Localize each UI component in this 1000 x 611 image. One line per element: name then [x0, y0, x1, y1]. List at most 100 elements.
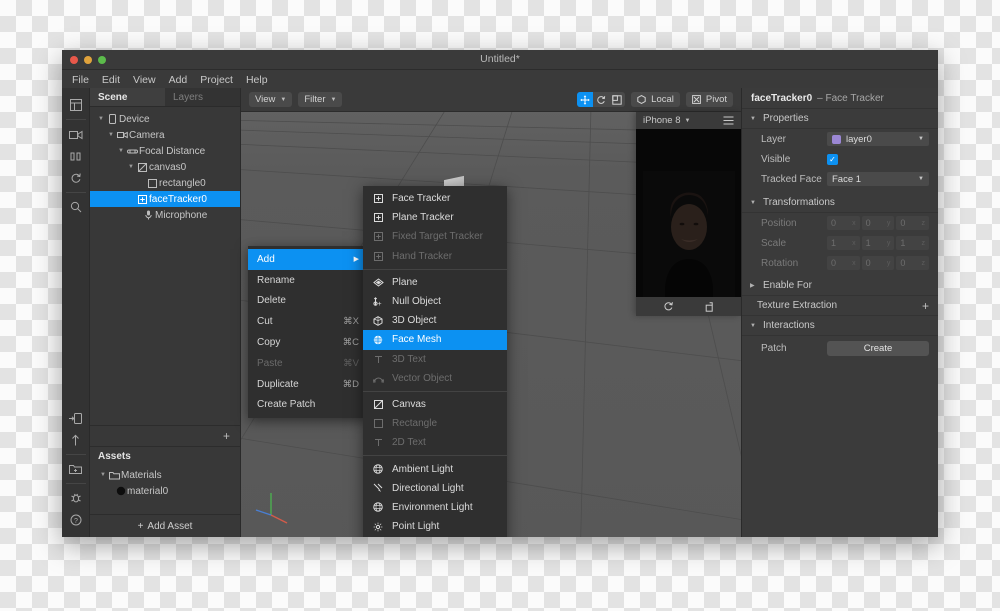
- submenu-item-face-tracker[interactable]: Face Tracker: [363, 189, 507, 208]
- tree-item-focal-distance[interactable]: ▼ Focal Distance: [90, 143, 240, 159]
- rotate-tool-icon[interactable]: [593, 92, 609, 107]
- refresh-icon[interactable]: [63, 167, 89, 189]
- folder-icon: [108, 471, 121, 480]
- rotate-device-icon[interactable]: [663, 301, 674, 312]
- tree-item-microphone[interactable]: Microphone: [90, 207, 240, 223]
- section-properties[interactable]: ▼ Properties: [742, 109, 938, 129]
- tree-item-canvas0[interactable]: ▼ canvas0: [90, 159, 240, 175]
- assets-item-materials[interactable]: ▼ Materials: [90, 467, 240, 483]
- scale-y-field[interactable]: 1y: [861, 236, 895, 250]
- add-asset-button[interactable]: + Add Asset: [90, 514, 240, 537]
- section-enable-for[interactable]: ▶ Enable For: [742, 276, 938, 296]
- layer-dropdown[interactable]: layer0 ▼: [827, 132, 929, 146]
- twisty-icon[interactable]: ▼: [126, 164, 136, 170]
- menu-label: Rename: [257, 274, 295, 286]
- rotation-y-field[interactable]: 0y: [861, 256, 895, 270]
- context-menu-item-copy[interactable]: Copy ⌘C: [248, 332, 368, 353]
- hamburger-icon[interactable]: [723, 116, 734, 125]
- minimize-button[interactable]: [84, 56, 92, 64]
- menu-divider: [363, 455, 507, 457]
- scale-x-field[interactable]: 1x: [827, 236, 860, 250]
- menu-item-file[interactable]: File: [72, 74, 89, 86]
- tree-item-facetracker0[interactable]: faceTracker0: [90, 191, 240, 207]
- rotation-z-field[interactable]: 0z: [896, 256, 930, 270]
- local-space-button[interactable]: Local: [631, 92, 680, 107]
- tree-item-rectangle0[interactable]: rectangle0: [90, 175, 240, 191]
- value: 0: [900, 218, 906, 228]
- upload-icon[interactable]: [63, 429, 89, 451]
- section-texture-extraction[interactable]: Texture Extraction +: [742, 296, 938, 316]
- twisty-icon[interactable]: ▼: [96, 116, 106, 122]
- tab-scene[interactable]: Scene: [90, 88, 165, 106]
- position-y-field[interactable]: 0y: [861, 216, 895, 230]
- submenu-item-environment-light[interactable]: Environment Light: [363, 498, 507, 517]
- context-menu-item-add[interactable]: Add ▶: [248, 249, 368, 270]
- section-transformations[interactable]: ▼ Transformations: [742, 193, 938, 213]
- submenu-item-3d-object[interactable]: 3D Object: [363, 311, 507, 330]
- row-layer: Layer layer0 ▼: [742, 129, 938, 149]
- rotation-x-field[interactable]: 0x: [827, 256, 860, 270]
- scene-add-object-button[interactable]: +: [90, 425, 240, 446]
- chevron-down-icon[interactable]: ▼: [685, 118, 691, 124]
- submenu-item-canvas[interactable]: Canvas: [363, 395, 507, 414]
- menu-item-add[interactable]: Add: [169, 74, 188, 86]
- device-label[interactable]: iPhone 8: [643, 115, 681, 126]
- visible-checkbox[interactable]: ✓: [827, 153, 838, 165]
- context-menu-item-delete[interactable]: Delete: [248, 291, 368, 312]
- maximize-button[interactable]: [98, 56, 106, 64]
- layout-icon[interactable]: [63, 94, 89, 116]
- tree-item-camera[interactable]: ▼ Camera: [90, 127, 240, 143]
- chevron-down-icon: ▼: [750, 322, 756, 329]
- scale-z-field[interactable]: 1z: [896, 236, 930, 250]
- add-texture-extraction-button[interactable]: +: [922, 299, 929, 313]
- submenu-item-point-light[interactable]: Point Light: [363, 517, 507, 536]
- folder-add-icon[interactable]: [63, 458, 89, 480]
- submenu-item-plane-tracker[interactable]: Plane Tracker: [363, 208, 507, 227]
- local-space-label: Local: [651, 94, 674, 105]
- section-interactions[interactable]: ▼ Interactions: [742, 316, 938, 336]
- directional-light-icon: [372, 483, 384, 493]
- submenu-item-spot-light[interactable]: Spot Light: [363, 536, 507, 537]
- twisty-icon[interactable]: ▼: [98, 472, 108, 478]
- plus-icon: +: [222, 429, 230, 443]
- tab-layers[interactable]: Layers: [165, 88, 240, 106]
- menu-label: Duplicate: [257, 378, 299, 390]
- position-z-field[interactable]: 0z: [896, 216, 930, 230]
- pivot-button[interactable]: Pivot: [685, 92, 733, 107]
- context-menu-item-cut[interactable]: Cut ⌘X: [248, 311, 368, 332]
- context-menu-item-create-patch[interactable]: Create Patch: [248, 395, 368, 416]
- submenu-item-plane[interactable]: Plane: [363, 273, 507, 292]
- menu-item-view[interactable]: View: [133, 74, 156, 86]
- twisty-icon[interactable]: ▼: [106, 132, 116, 138]
- filter-dropdown[interactable]: Filter ▼: [298, 92, 343, 107]
- move-tool-icon[interactable]: [577, 92, 594, 107]
- help-icon[interactable]: ?: [63, 509, 89, 531]
- create-patch-button[interactable]: Create: [827, 340, 929, 356]
- menu-item-help[interactable]: Help: [246, 74, 268, 86]
- scale-tool-icon[interactable]: [609, 92, 625, 107]
- submenu-item-null-object[interactable]: + Null Object: [363, 292, 507, 311]
- camera-icon[interactable]: [63, 123, 89, 145]
- close-button[interactable]: [70, 56, 78, 64]
- context-menu-item-rename[interactable]: Rename: [248, 270, 368, 291]
- preview-video[interactable]: [636, 129, 741, 297]
- row-scale: Scale 1x 1y 1z: [742, 233, 938, 253]
- pause-icon[interactable]: [63, 145, 89, 167]
- submenu-item-directional-light[interactable]: Directional Light: [363, 479, 507, 498]
- tracked-face-dropdown[interactable]: Face 1 ▼: [827, 172, 929, 186]
- context-menu-item-duplicate[interactable]: Duplicate ⌘D: [248, 374, 368, 395]
- tree-item-device[interactable]: ▼ Device: [90, 111, 240, 127]
- view-dropdown[interactable]: View ▼: [249, 92, 293, 107]
- twisty-icon[interactable]: ▼: [116, 148, 126, 154]
- menu-item-project[interactable]: Project: [200, 74, 233, 86]
- assets-item-material0[interactable]: material0: [90, 483, 240, 499]
- menu-item-edit[interactable]: Edit: [102, 74, 120, 86]
- search-icon[interactable]: [63, 196, 89, 218]
- focal-distance-icon: [126, 148, 139, 155]
- record-icon[interactable]: [704, 301, 715, 312]
- bug-icon[interactable]: [63, 487, 89, 509]
- send-to-device-icon[interactable]: [63, 407, 89, 429]
- position-x-field[interactable]: 0x: [827, 216, 860, 230]
- submenu-item-face-mesh[interactable]: Face Mesh: [363, 330, 507, 350]
- submenu-item-ambient-light[interactable]: Ambient Light: [363, 459, 507, 478]
